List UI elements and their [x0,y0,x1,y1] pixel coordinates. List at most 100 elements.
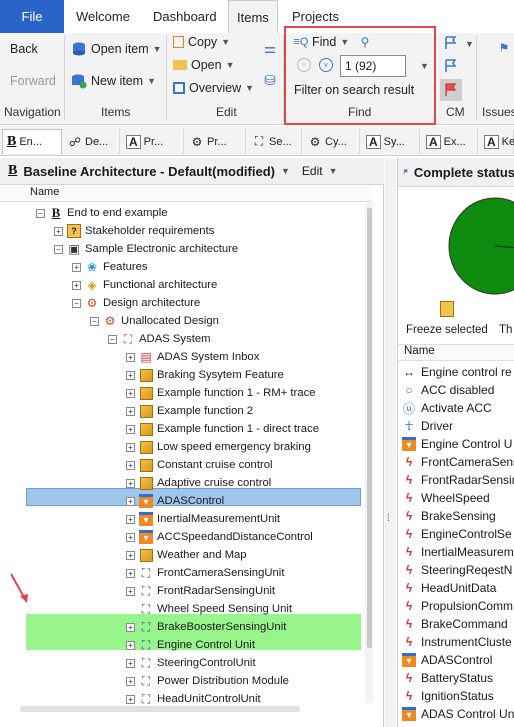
tree-row[interactable]: + ⛶ Power Distribution Module [126,672,289,690]
tree-row[interactable]: − ⚙ Unallocated Design [90,312,219,330]
tree-row[interactable]: + ▾ ACCSpeedandDistanceControl [126,528,313,546]
tab-welcome[interactable]: Welcome [76,0,130,33]
status-list-item[interactable]: ϟ BrakeSensing [398,507,496,525]
new-item-button[interactable]: New item ▼ [71,73,156,89]
chevron-down-icon[interactable]: ▼ [281,166,290,176]
tree-row[interactable]: + ▤ ADAS System Inbox [126,348,259,366]
tree-row[interactable]: + Constant cruise control [126,456,273,474]
expand-toggle-icon[interactable]: − [90,316,99,326]
tree-row[interactable]: + Example function 1 - direct trace [126,420,319,438]
expand-toggle-icon[interactable]: + [126,370,135,380]
file-menu-button[interactable]: File [0,0,64,33]
status-list-item[interactable]: ▾ ADASControl [398,651,492,669]
issue-icon[interactable]: ⚑ [497,41,511,55]
status-list-item[interactable]: ○ ACC disabled [398,381,494,399]
expand-toggle-icon[interactable]: + [126,388,135,398]
doc-tab[interactable]: B En... [2,129,62,154]
tree-row[interactable]: + Example function 1 - RM+ trace [126,384,316,402]
expand-toggle-icon[interactable]: − [54,244,63,254]
status-list-item[interactable]: ϟ EngineControlSe [398,525,512,543]
tree-row[interactable]: + Braking Sysytem Feature [126,366,284,384]
freeze-extra-label[interactable]: Th [499,324,512,336]
name-column-header[interactable]: Name [0,186,372,202]
tree-row[interactable]: + ⛶ FrontCameraSensingUnit [126,564,284,582]
expand-toggle-icon[interactable]: + [72,262,81,272]
status-list-item[interactable]: ϟ FrontCameraSensin [398,453,514,471]
tab-dashboard[interactable]: Dashboard [153,0,217,33]
expand-toggle-icon[interactable]: + [126,442,135,452]
expand-toggle-icon[interactable]: − [72,298,81,308]
previous-result-icon[interactable]: ˄ [297,58,311,72]
tree-row[interactable]: + ❀ Features [72,258,148,276]
status-list-item[interactable]: ϟ SteeringReqestN [398,561,513,579]
tree-row[interactable]: + ▾ ADASControl [126,492,224,510]
forward-button[interactable]: Forward [10,74,56,88]
doc-tab[interactable]: AKe... [480,129,514,154]
tree-row[interactable]: + Low speed emergency braking [126,438,311,456]
tree-row[interactable]: + ▾ InertialMeasurementUnit [126,510,280,528]
tree-row[interactable]: +⛶Wheel Speed Sensing Unit [126,600,292,618]
expand-toggle-icon[interactable]: + [126,586,135,596]
doc-tab[interactable]: ⚙ Pr... [186,129,246,154]
expand-toggle-icon[interactable]: + [126,640,135,650]
chevron-down-icon[interactable]: ▼ [420,61,429,71]
expand-toggle-icon[interactable]: + [126,550,135,560]
expand-toggle-icon[interactable]: + [126,478,135,488]
status-list-item[interactable]: ↔ Engine control re [398,363,512,381]
name-column-header[interactable]: Name [398,344,514,361]
flag-icon[interactable] [443,35,459,51]
doc-tab[interactable]: ⛶ Se... [248,129,302,154]
edit-menu-button[interactable]: Edit [302,164,323,178]
filter-on-search-result[interactable]: Filter on search result [294,83,414,97]
expand-toggle-icon[interactable]: + [126,568,135,578]
chevron-down-icon[interactable]: ▼ [465,39,474,49]
expand-toggle-icon[interactable]: + [126,658,135,668]
doc-tab[interactable]: A Pr... [122,129,184,154]
status-list-item[interactable]: ⓤ Activate ACC [398,399,492,417]
expand-toggle-icon[interactable]: + [126,352,135,362]
status-list-item[interactable]: ϟ WheelSpeed [398,489,490,507]
status-list-item[interactable]: ϟ BatteryStatus [398,669,493,687]
next-result-icon[interactable]: ˅ [319,58,333,72]
status-list-item[interactable]: ϟ FrontRadarSensin [398,471,514,489]
status-list-item[interactable]: ϟ InstrumentCluste [398,633,512,651]
status-list-item[interactable]: ϟ BrakeCommand [398,615,508,633]
doc-tab[interactable]: ☍ De... [64,129,120,154]
status-list-item[interactable]: ϟ IgnitionStatus [398,687,494,705]
doc-tab[interactable]: ⚙ Cy... [304,129,360,154]
doc-tab[interactable]: A Sy... [362,129,420,154]
tree-row[interactable]: + Example function 2 [126,402,253,420]
search-result-field[interactable]: 1 (92) [340,55,406,77]
status-list-item[interactable]: ▾ ADAS Control Un [398,705,514,723]
open-item-button[interactable]: Open item ▼ [71,41,162,57]
expand-toggle-icon[interactable]: + [126,460,135,470]
tree-row[interactable]: − ▣ Sample Electronic architecture [54,240,238,258]
expand-toggle-icon[interactable]: − [108,334,117,344]
tree-row[interactable]: + ⛶ SteeringControlUnit [126,654,256,672]
back-button[interactable]: Back [10,42,38,56]
status-list-item[interactable]: ϟ PropulsionComm [398,597,513,615]
expand-toggle-icon[interactable]: + [126,532,135,542]
tree-row[interactable]: + Adaptive cruise control [126,474,271,492]
flag-active-button[interactable] [440,79,462,101]
find-person-icon[interactable]: ⚲ [358,35,372,49]
tree-row[interactable]: − B End to end example [36,204,168,222]
sliders-icon[interactable]: ⚌ [263,40,277,56]
database-small-icon[interactable]: ⛁ [263,72,277,88]
tree-row[interactable]: + ⛶ BrakeBoosterSensingUnit [126,618,286,636]
copy-button[interactable]: Copy ▼ [173,35,230,49]
tree-row[interactable]: + Weather and Map [126,546,247,564]
expand-toggle-icon[interactable]: − [36,208,45,218]
tree-row[interactable]: + ⛶ Engine Control Unit [126,636,255,654]
status-list-item[interactable]: ☥ Driver [398,417,453,435]
status-list-item[interactable]: ▾ Engine Control U [398,435,512,453]
find-button[interactable]: ≡Q Find ▼ [294,35,350,49]
tree-row[interactable]: − ⚙ Design architecture [72,294,200,312]
expand-toggle-icon[interactable]: + [126,676,135,686]
status-list-item[interactable]: ϟ InertialMeasurem [398,543,514,561]
panel-splitter[interactable]: ⁞ [385,158,396,727]
expand-toggle-icon[interactable]: + [72,280,81,290]
tree-row[interactable]: +? Stakeholder requirements [54,222,214,240]
doc-tab[interactable]: A Ex... [422,129,478,154]
expand-toggle-icon[interactable]: + [126,424,135,434]
